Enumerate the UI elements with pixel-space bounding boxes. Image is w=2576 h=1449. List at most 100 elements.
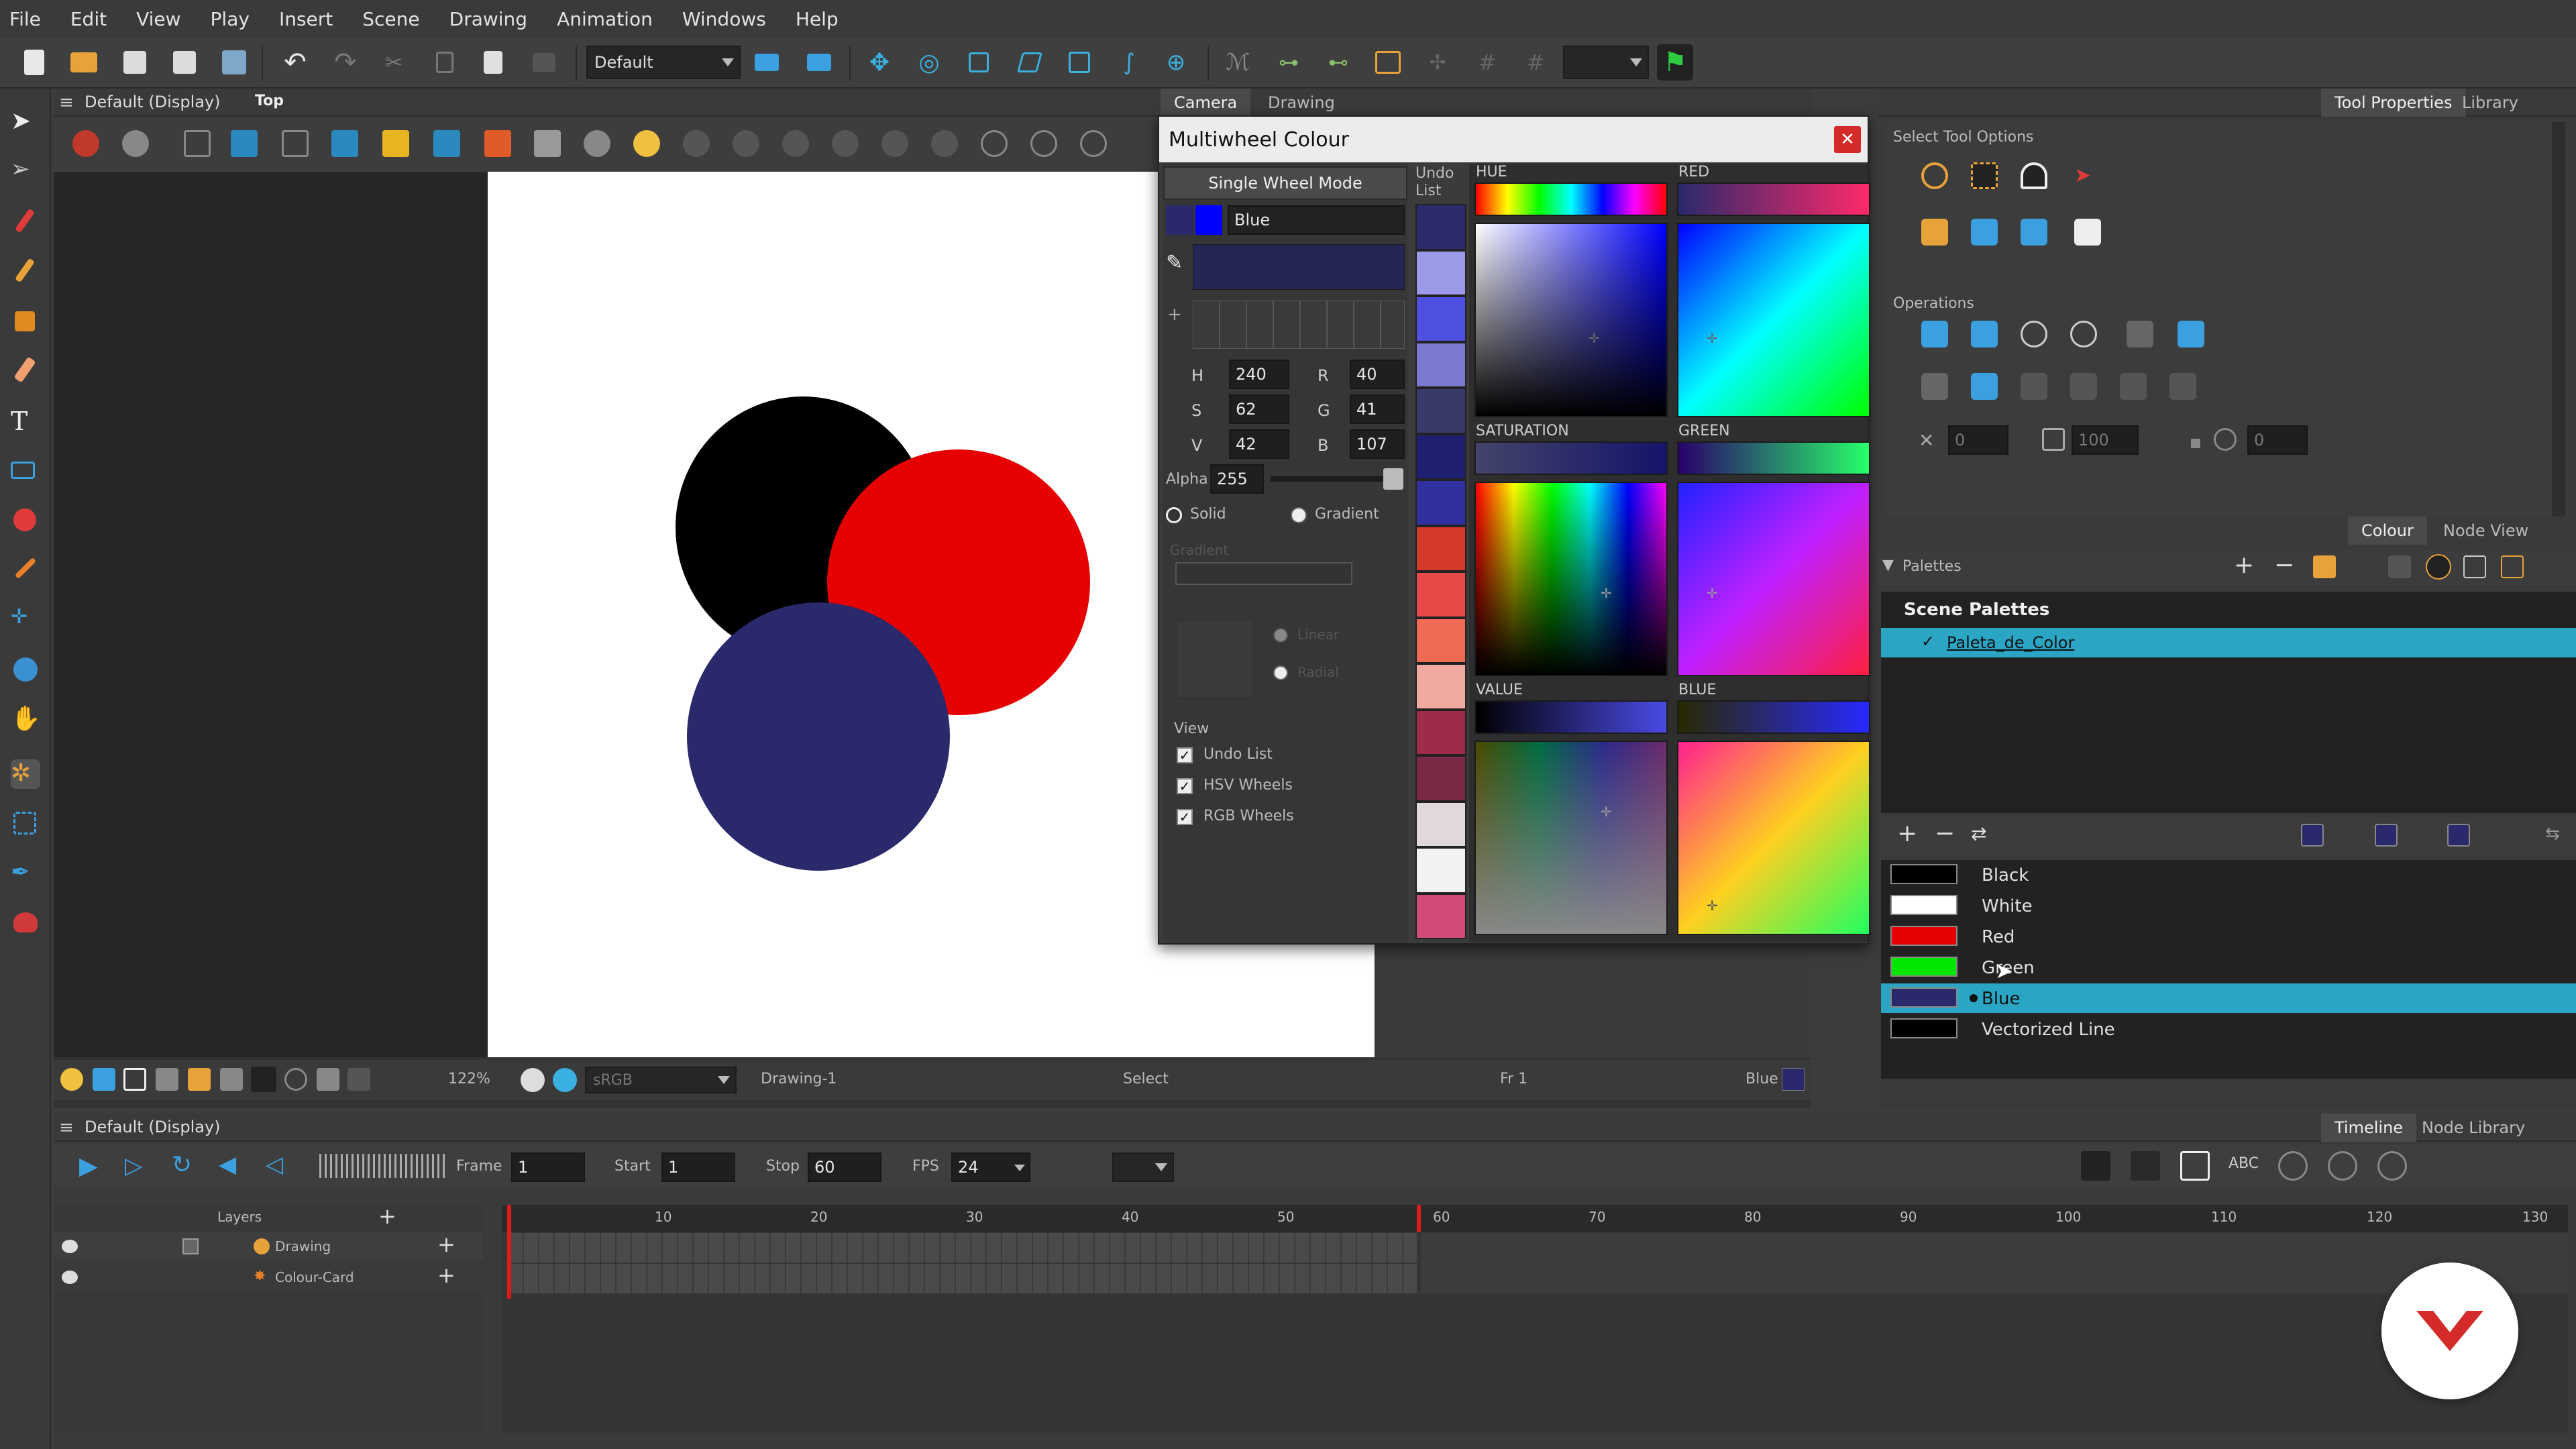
lock-icon[interactable] [382,130,409,157]
bulb-icon[interactable] [60,1068,83,1091]
swap-icon[interactable]: ⇄ [1971,822,1986,845]
undo-colour-swatch[interactable] [1417,481,1465,525]
menu-insert[interactable]: Insert [279,8,333,30]
play-icon[interactable]: ▶ [79,1152,98,1180]
menu-edit[interactable]: Edit [70,8,107,30]
magnet-icon[interactable] [2021,162,2047,189]
rotate-tool-button[interactable]: ◎ [911,44,947,80]
hue-slider[interactable] [1474,182,1668,216]
add-sublayer-icon[interactable]: + [437,1263,455,1288]
tool-properties-scrollbar[interactable] [2552,122,2565,585]
s-field[interactable]: 62 [1229,394,1289,424]
undo-colour-swatch[interactable] [1417,849,1465,892]
undo-list-checkbox[interactable]: ✓ [1177,747,1193,763]
rotate-ccw-icon[interactable] [2021,321,2047,347]
undo-colour-swatch[interactable] [1417,389,1465,433]
gear-icon[interactable] [122,130,149,157]
brush-colour-swatch[interactable] [2301,824,2324,847]
grid-small-button[interactable]: # [1469,44,1505,80]
animate-tool-button[interactable]: ⊕ [1158,44,1194,80]
bounding-box-button[interactable] [1370,44,1406,80]
colour-card-track[interactable] [508,1264,1417,1293]
light-icon[interactable] [584,130,610,157]
tab-node-library[interactable]: Node Library [2408,1114,2538,1142]
brush-tool[interactable] [11,208,40,237]
dropper-tool[interactable] [11,555,40,585]
ink-tool[interactable] [11,908,40,938]
collapse-icon[interactable]: ▼ [1882,557,1894,574]
onion-skin-button[interactable]: ℳ [1220,44,1256,80]
menu-help[interactable]: Help [796,8,839,30]
menu-scene[interactable]: Scene [362,8,419,30]
palette-icon[interactable] [2426,554,2451,580]
colour-row-green[interactable]: Green [1881,953,2576,982]
tab-library[interactable]: Library [2449,89,2532,117]
timeline-combo[interactable] [1112,1152,1174,1182]
deform-icon[interactable] [931,130,958,157]
skew-tool-button[interactable] [1012,44,1048,80]
save-as-button[interactable] [166,44,203,80]
keyframe-button[interactable]: ⊶ [1271,44,1307,80]
layer-icon[interactable] [782,130,809,157]
abc-icon[interactable]: ABC [2229,1155,2259,1172]
dialog-title-bar[interactable]: Multiwheel Colour ✕ [1159,117,1868,162]
gear-icon[interactable] [2377,1151,2407,1181]
drawing-view-icon[interactable] [2131,1151,2160,1181]
undo-colour-swatch[interactable] [1417,435,1465,478]
grid-icon[interactable] [184,130,211,157]
rectangle-tool[interactable] [11,456,40,486]
menu-windows[interactable]: Windows [682,8,766,30]
add-swatch-icon[interactable]: + [1167,305,1182,325]
timeline-view-preset[interactable]: Default (Display) [85,1118,221,1136]
stop-field[interactable]: 60 [808,1152,881,1182]
b-field[interactable]: 107 [1350,429,1405,459]
smooth-icon[interactable] [2127,321,2153,347]
eyedropper-icon[interactable]: ✎ [1166,251,1183,274]
pencil-colour-swatch[interactable] [2375,824,2398,847]
tab-camera[interactable]: Camera [1161,89,1251,117]
workspace-button-1[interactable] [749,44,785,80]
frame-ruler[interactable]: 10 20 30 40 50 60 70 80 90 100 110 120 130 [502,1205,2568,1232]
harmony-flag-button[interactable]: ⚑ [1657,44,1693,80]
remove-palette-icon[interactable]: − [2274,551,2294,579]
text-tool[interactable]: T [11,407,40,436]
tab-tool-properties[interactable]: Tool Properties [2321,89,2466,117]
add-layer-icon[interactable]: + [378,1203,396,1229]
flip-vertical-icon[interactable] [1971,321,1998,347]
colour-row-vectorized-line[interactable]: Vectorized Line [1881,1014,2576,1044]
add-palette-icon[interactable]: + [2234,551,2254,579]
saturation-slider[interactable] [1474,441,1668,475]
color-space-select[interactable]: sRGB [585,1067,737,1093]
view-preset[interactable]: Default (Display) [85,93,221,111]
select-tool[interactable]: ➤ [11,107,40,137]
blue-square[interactable]: ✛ [1677,741,1870,935]
redo-button[interactable]: ↷ [322,44,369,80]
workspace-select[interactable]: Default [586,46,741,79]
pivot-tool[interactable]: ✛ [11,605,40,635]
colour-row-black[interactable]: Black [1881,860,2576,890]
colour-ramp[interactable] [1193,244,1405,290]
visibility-icon[interactable] [62,1271,78,1284]
tab-node-view[interactable]: Node View [2430,517,2542,545]
measure-icon[interactable] [534,130,561,157]
keyframe-tween-button[interactable]: ⊷ [1320,44,1356,80]
palette-edit-icon[interactable] [2463,555,2486,578]
hand-tool[interactable]: ✋ [11,704,41,734]
tab-colour[interactable]: Colour [2348,517,2427,545]
folder-icon[interactable] [2313,555,2336,578]
peg-button[interactable]: ✢ [1419,44,1456,80]
r-field[interactable]: 40 [1350,360,1405,389]
colour-row-red[interactable]: Red [1881,922,2576,951]
cutter-tool[interactable] [11,809,40,839]
palette-item[interactable]: ✓ Paleta_de_Color [1881,628,2576,657]
maintain-size-button[interactable] [1061,44,1097,80]
stamp-tool[interactable] [11,307,40,337]
drawing-track[interactable] [508,1233,1417,1263]
tab-drawing[interactable]: Drawing [1254,89,1348,117]
bring-to-front-icon[interactable] [2021,219,2047,246]
undo-colour-swatch[interactable] [1417,251,1465,294]
undo-button[interactable]: ↶ [268,44,322,80]
spline-offset-button[interactable]: ∫ [1111,44,1147,80]
alpha-slider-handle[interactable] [1383,468,1403,490]
layer-icon[interactable] [832,130,859,157]
